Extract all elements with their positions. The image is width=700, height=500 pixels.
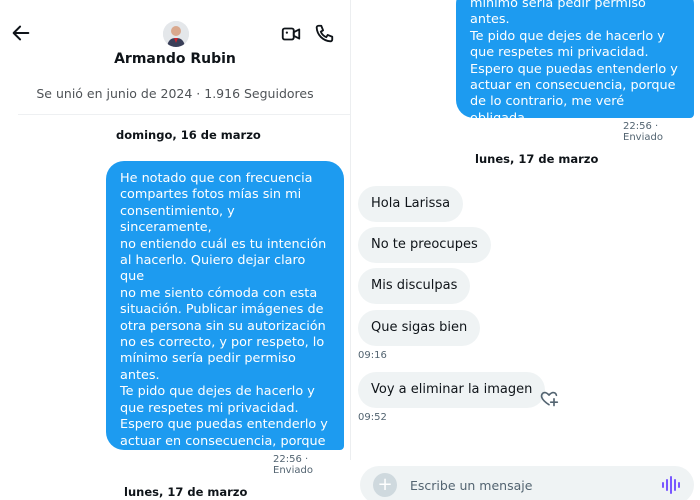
received-message-bubble[interactable]: Hola Larissa	[358, 186, 464, 222]
received-message-bubble[interactable]: Que sigas bien	[358, 310, 481, 346]
avatar-image	[163, 21, 189, 47]
message-status: 22:56 · Enviado	[273, 454, 313, 476]
message-composer: +	[360, 466, 694, 500]
received-message-bubble[interactable]: Voy a eliminar la imagen	[358, 372, 546, 408]
date-separator: lunes, 17 de marzo	[124, 485, 248, 499]
phone-icon[interactable]	[313, 23, 335, 45]
profile-summary: Se unió en junio de 2024 · 1.916 Seguido…	[36, 86, 314, 101]
right-conversation-view: mínimo sería pedir permiso antes. Te pid…	[350, 0, 700, 500]
sent-message-bubble[interactable]: mínimo sería pedir permiso antes. Te pid…	[456, 0, 694, 142]
message-status: 22:56 · Enviado	[623, 121, 663, 143]
contact-name[interactable]: Armando Rubin	[0, 51, 350, 67]
left-conversation-view: Armando Rubin Se unió en junio de 2024 ·…	[0, 0, 350, 500]
voice-wave-icon[interactable]	[660, 475, 682, 495]
avatar[interactable]	[163, 21, 189, 47]
message-time: 09:52	[358, 412, 387, 423]
plus-icon[interactable]: +	[373, 473, 397, 497]
conversation-header: Armando Rubin Se unió en junio de 2024 ·…	[0, 0, 350, 118]
sent-message-bubble[interactable]: He notado que con frecuencia compartes f…	[106, 161, 344, 498]
arrow-left-icon[interactable]	[10, 22, 32, 44]
received-message-bubble[interactable]: No te preocupes	[358, 227, 491, 263]
header-divider	[18, 114, 350, 115]
date-separator: domingo, 16 de marzo	[116, 128, 261, 142]
date-separator: lunes, 17 de marzo	[475, 152, 599, 166]
received-message-bubble[interactable]: Mis disculpas	[358, 268, 471, 304]
video-camera-icon[interactable]	[280, 23, 302, 45]
message-input[interactable]	[410, 466, 645, 500]
heart-plus-icon[interactable]	[539, 388, 559, 408]
message-time: 09:16	[358, 350, 387, 361]
